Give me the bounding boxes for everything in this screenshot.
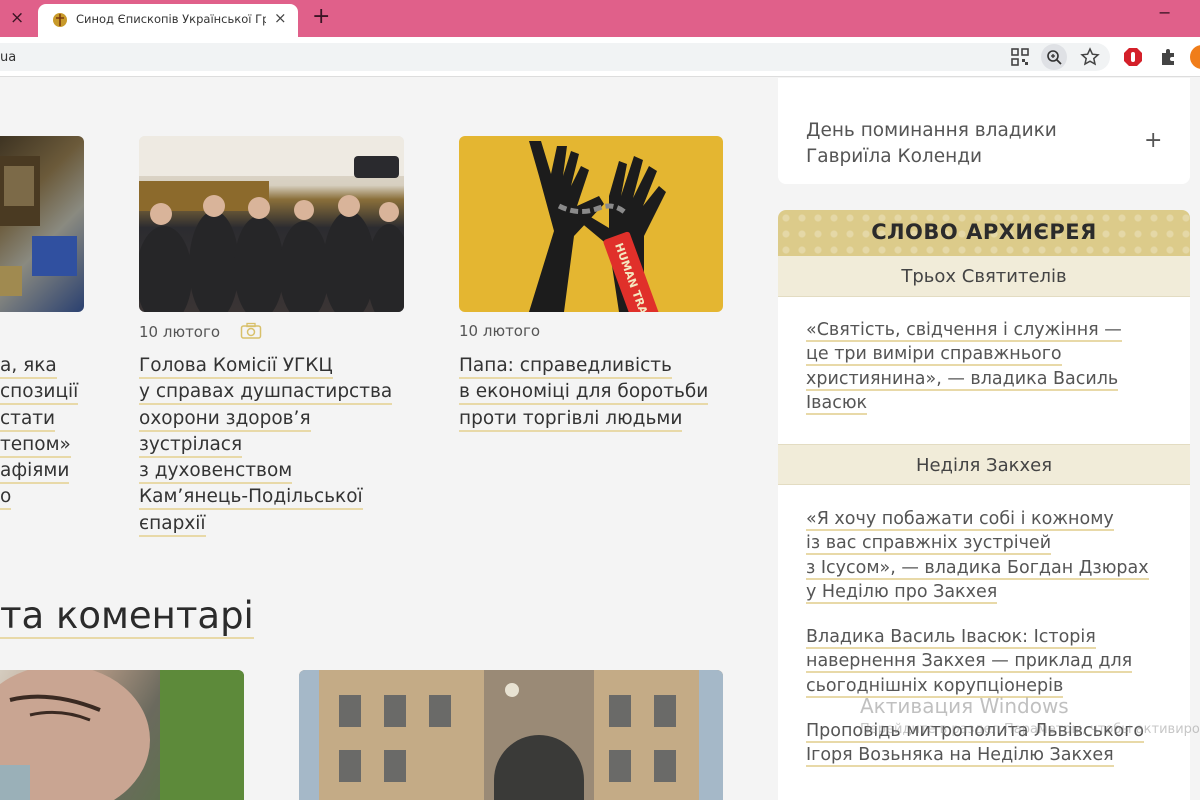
adblock-extension-icon[interactable] — [1123, 47, 1143, 67]
zoom-icon — [1047, 50, 1062, 65]
camera-icon — [240, 322, 262, 339]
news-image[interactable] — [0, 136, 84, 312]
section-title: та коментарі — [0, 594, 254, 639]
article-image[interactable] — [299, 670, 723, 800]
portrait-photo — [0, 670, 244, 800]
windows-activation-hint: Перейдите в раздел Параметры, чтобы акти… — [860, 722, 1200, 737]
news-date: 10 лютого — [139, 323, 221, 341]
url-text[interactable]: ua — [0, 50, 16, 65]
human-trafficking-illustration: HUMAN TRAFFICKING — [529, 141, 670, 312]
news-image[interactable] — [139, 136, 404, 312]
news-headline[interactable]: Голова Комісії УГКЦ у справах душпастирс… — [139, 353, 393, 537]
star-icon[interactable] — [1080, 47, 1100, 67]
news-headline[interactable]: а, яка спозиції стати тепом» афіями о — [0, 353, 79, 511]
tab-bar: × Синод Єпископів Української Гр × + − — [0, 0, 1200, 37]
article-link[interactable]: Владика Василь Івасюк: Історія наверненн… — [806, 625, 1133, 698]
new-tab-button[interactable]: + — [312, 4, 330, 29]
panel-title: СЛОВО АРХИЄРЕЯ — [871, 220, 1097, 244]
zoom-button[interactable] — [1041, 44, 1067, 70]
address-bar[interactable]: ua — [0, 43, 1110, 71]
church-crest-icon — [53, 13, 67, 27]
profile-avatar[interactable] — [1190, 45, 1200, 69]
article-image[interactable] — [0, 670, 244, 800]
group-header: Трьох Святителів — [778, 256, 1190, 297]
tab-title: Синод Єпископів Української Гр — [76, 12, 266, 26]
news-headline[interactable]: Папа: справедливість в економіці для бор… — [459, 353, 709, 432]
group-photo — [139, 136, 404, 312]
panel-header: СЛОВО АРХИЄРЕЯ — [778, 210, 1190, 256]
qr-code-icon[interactable] — [1010, 47, 1030, 67]
building-facade-photo — [299, 670, 723, 800]
commemoration-item[interactable]: День поминання владики Гавриїла Коленди … — [778, 78, 1190, 184]
expand-icon[interactable]: + — [1144, 128, 1162, 153]
windows-activation-watermark: Активация Windows — [860, 694, 1069, 718]
news-date: 10 лютого — [459, 322, 541, 340]
close-icon[interactable]: × — [274, 9, 287, 27]
commemoration-text: День поминання владики Гавриїла Коленди — [806, 120, 1057, 167]
minimize-button[interactable]: − — [1158, 3, 1171, 22]
article-link[interactable]: «Я хочу побажати собі і кожному із вас с… — [806, 507, 1149, 604]
exhibition-photo — [0, 156, 77, 296]
page-content: а, яка спозиції стати тепом» афіями о 10… — [0, 78, 1200, 800]
address-bar-row: ua — [0, 37, 1200, 77]
close-icon[interactable]: × — [10, 8, 24, 28]
group-header: Неділя Закхея — [778, 444, 1190, 485]
previous-tab[interactable]: × — [0, 0, 36, 37]
active-tab[interactable]: Синод Єпископів Української Гр × — [38, 4, 298, 37]
extensions-puzzle-icon[interactable] — [1158, 47, 1178, 67]
article-link[interactable]: «Святість, свідчення і служіння — це три… — [806, 318, 1122, 415]
news-image[interactable]: HUMAN TRAFFICKING — [459, 136, 723, 312]
